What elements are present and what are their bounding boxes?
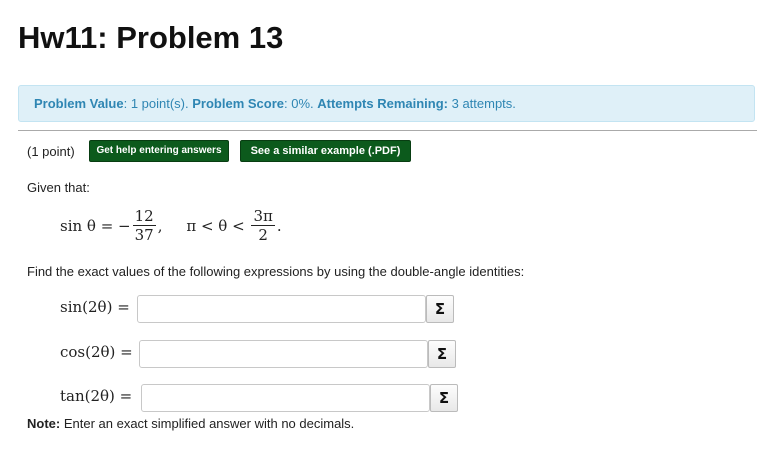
point-value: (1 point) <box>27 144 75 159</box>
fraction-denominator: 37 <box>134 226 154 244</box>
problem-score-text: : 0%. <box>284 96 318 111</box>
sin-2theta-input[interactable] <box>137 295 426 323</box>
problem-score-label: Problem Score <box>192 96 284 111</box>
given-lhs: sin θ = − <box>60 216 131 235</box>
similar-example-button[interactable]: See a similar example (.PDF) <box>240 140 411 162</box>
fraction-numerator: 3π <box>251 207 275 226</box>
cos-2theta-label: cos(2θ) = <box>60 343 133 361</box>
note-label: Note: <box>27 416 61 431</box>
given-end: . <box>276 216 282 235</box>
given-text: Given that: <box>27 180 90 195</box>
fraction-denominator: 2 <box>258 226 268 244</box>
note-text: Enter an exact simplified answer with no… <box>60 416 355 431</box>
sigma-icon[interactable]: Σ <box>430 384 458 412</box>
sin-2theta-label: sin(2θ) = <box>60 298 130 316</box>
fraction-12-37: 12 37 <box>132 207 156 244</box>
problem-status-banner: Problem Value: 1 point(s). Problem Score… <box>18 85 755 122</box>
sigma-icon[interactable]: Σ <box>426 295 454 323</box>
sigma-icon[interactable]: Σ <box>428 340 456 368</box>
fraction-3pi-2: 3π 2 <box>251 207 275 244</box>
attempts-remaining-text: 3 attempts. <box>447 96 516 111</box>
divider <box>18 130 757 131</box>
page-title: Hw11: Problem 13 <box>18 20 284 55</box>
given-interval: , π < θ < <box>157 216 250 235</box>
tan-2theta-label: tan(2θ) = <box>60 387 133 405</box>
instruction-text: Find the exact values of the following e… <box>27 264 525 279</box>
problem-value-label: Problem Value <box>34 96 124 111</box>
note: Note: Enter an exact simplified answer w… <box>27 416 354 431</box>
problem-value-text: : 1 point(s). <box>123 96 193 111</box>
help-entering-answers-button[interactable]: Get help entering answers <box>89 140 229 162</box>
tan-2theta-input[interactable] <box>141 384 430 412</box>
fraction-numerator: 12 <box>132 207 156 226</box>
given-equation: sin θ = − 12 37 , π < θ < 3π 2 . <box>60 207 282 244</box>
cos-2theta-input[interactable] <box>139 340 428 368</box>
attempts-remaining-label: Attempts Remaining: <box>317 96 448 111</box>
